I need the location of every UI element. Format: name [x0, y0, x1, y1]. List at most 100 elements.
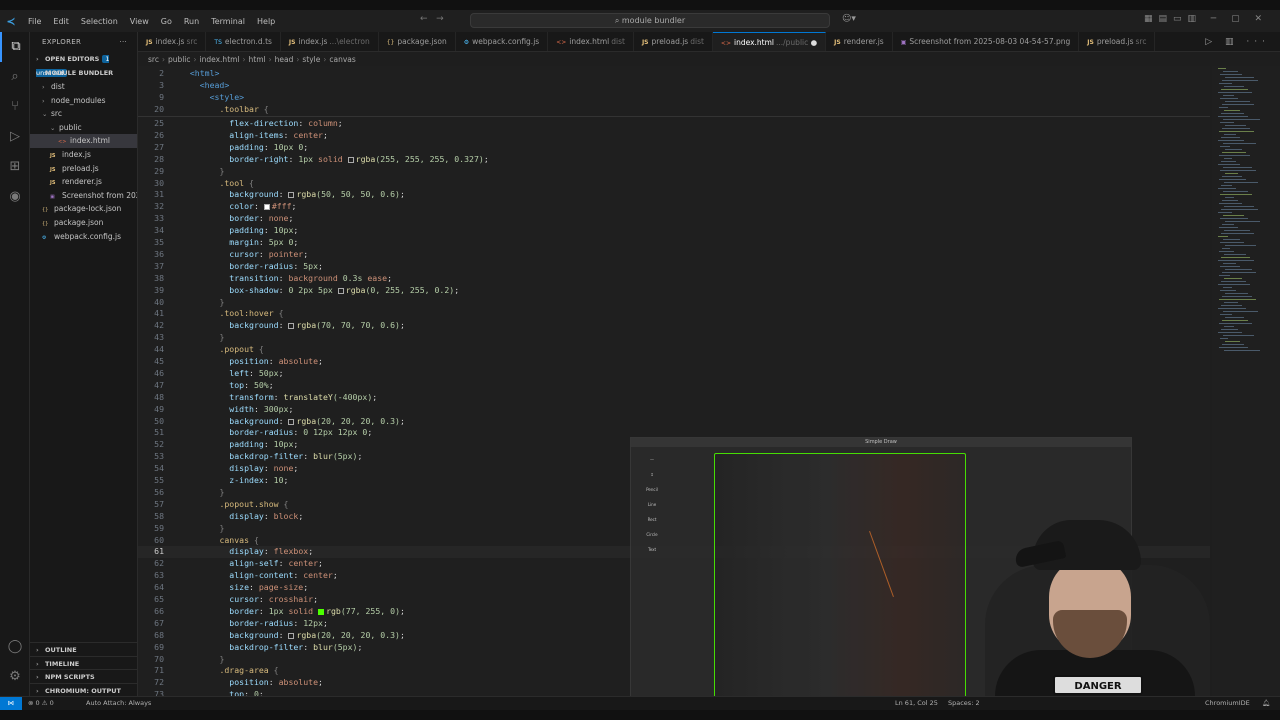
tree-item[interactable]: ⌄ src — [30, 107, 137, 121]
breadcrumb-item[interactable]: canvas — [329, 55, 355, 64]
preview-tool[interactable]: Circle — [637, 527, 667, 542]
extensions-icon[interactable]: ⊞ — [0, 152, 30, 182]
source-control-icon[interactable]: ⑂ — [0, 92, 30, 122]
code-line[interactable]: 30 .tool { — [138, 178, 1210, 190]
tree-item[interactable]: JS index.js — [30, 148, 137, 162]
code-line[interactable]: 41 .tool:hover { — [138, 308, 1210, 320]
explorer-icon[interactable]: ⧉ — [0, 32, 30, 62]
command-center[interactable]: ⌕ module bundler — [470, 13, 830, 28]
code-line[interactable]: 40 } — [138, 297, 1210, 309]
copilot-icon[interactable]: ☺▾ — [842, 14, 856, 24]
code-line[interactable]: 36 cursor: pointer; — [138, 249, 1210, 261]
sidebar-section-1[interactable]: › TIMELINE — [30, 655, 138, 670]
tab-index-html[interactable]: <> index.html .../public ● — [712, 32, 827, 51]
remote-icon[interactable]: ⋈ — [0, 697, 22, 710]
preview-tool[interactable]: Rect — [637, 512, 667, 527]
cursor-position[interactable]: Ln 61, Col 25 — [895, 697, 938, 710]
sidebar-section-2[interactable]: › NPM SCRIPTS — [30, 669, 138, 683]
menu-item-go[interactable]: Go — [155, 17, 178, 26]
code-line[interactable]: 47 top: 50%; — [138, 380, 1210, 392]
menu-item-selection[interactable]: Selection — [75, 17, 124, 26]
code-line[interactable]: 39 box-shadow: 0 2px 5px rgba(0, 255, 25… — [138, 285, 1210, 297]
drawing-canvas[interactable] — [714, 453, 966, 698]
breadcrumb-item[interactable]: html — [249, 55, 266, 64]
tree-item[interactable]: ⌄ public — [30, 121, 137, 135]
preview-tool[interactable]: Pencil — [637, 482, 667, 497]
code-line[interactable]: 42 background: rgba(70, 70, 70, 0.6); — [138, 320, 1210, 332]
tree-item[interactable]: JS preload.js — [30, 162, 137, 176]
tab-index-js[interactable]: JS index.js ...\electron — [281, 32, 379, 51]
menu-item-help[interactable]: Help — [251, 17, 281, 26]
project-section[interactable]: ⌄ MODULE BUNDLER — [30, 66, 137, 80]
code-line[interactable]: 32 color: #fff; — [138, 201, 1210, 213]
minimap[interactable] — [1212, 66, 1280, 696]
code-line[interactable]: 37 border-radius: 5px; — [138, 261, 1210, 273]
code-line[interactable]: 2 <html> — [138, 68, 1210, 80]
code-line[interactable]: 9 <style> — [138, 91, 1210, 104]
tab-preload-js[interactable]: JS preload.js src — [1079, 32, 1156, 51]
menu-item-view[interactable]: View — [124, 17, 155, 26]
menu-item-file[interactable]: File — [22, 17, 47, 26]
unsaved-dot-icon[interactable]: ● — [808, 38, 818, 47]
color-swatch-icon[interactable] — [288, 418, 295, 425]
code-line[interactable]: 26 align-items: center; — [138, 130, 1210, 142]
menu-item-edit[interactable]: Edit — [47, 17, 75, 26]
breadcrumb-item[interactable]: public — [168, 55, 191, 64]
tree-item[interactable]: ⚙ webpack.config.js — [30, 230, 137, 244]
code-line[interactable]: 43 } — [138, 332, 1210, 344]
code-line[interactable]: 35 margin: 5px 0; — [138, 237, 1210, 249]
tree-item[interactable]: › node_modules — [30, 94, 137, 108]
nav-back-forward-icon[interactable]: ← → — [420, 14, 444, 24]
search-icon[interactable]: ⌕ — [0, 62, 30, 92]
chromium-ide-indicator[interactable]: ChromiumIDE — [1205, 697, 1250, 710]
code-line[interactable]: 25 flex-direction: column; — [138, 118, 1210, 130]
preview-tool[interactable]: Line — [637, 497, 667, 512]
code-line[interactable]: 38 transition: background 0.3s ease; — [138, 273, 1210, 285]
layout-controls-icon[interactable]: ▦▤▭▥ ─ ▢ ✕ — [1144, 14, 1268, 24]
chromium-icon[interactable]: ◉ — [0, 182, 30, 212]
color-swatch-icon[interactable] — [347, 156, 354, 163]
problems-indicator[interactable]: ⊗ 0 ⚠ 0 — [28, 697, 54, 710]
gear-icon[interactable]: ⚙ — [0, 662, 30, 692]
color-swatch-icon[interactable] — [288, 192, 295, 199]
sidebar-section-0[interactable]: › OUTLINE — [30, 642, 138, 656]
tab-electron-d-ts[interactable]: TS electron.d.ts — [206, 32, 281, 51]
color-swatch-icon[interactable] — [288, 323, 295, 330]
menu-item-terminal[interactable]: Terminal — [205, 17, 251, 26]
breadcrumb-item[interactable]: index.html — [200, 55, 240, 64]
code-line[interactable]: 45 position: absolute; — [138, 356, 1210, 368]
more-actions-icon[interactable]: ··· — [119, 32, 127, 52]
run-debug-icon[interactable]: ▷ — [0, 122, 30, 152]
auto-attach-indicator[interactable]: Auto Attach: Always — [86, 697, 151, 710]
code-line[interactable]: 34 padding: 10px; — [138, 225, 1210, 237]
tab-index-html[interactable]: <> index.html dist — [548, 32, 634, 51]
tab-preload-js[interactable]: JS preload.js dist — [634, 32, 713, 51]
editor-actions-icon[interactable]: ▷ ▥ ··· — [1205, 37, 1270, 47]
code-line[interactable]: 44 .popout { — [138, 344, 1210, 356]
tree-item[interactable]: ▣ Screenshot from 202... — [30, 189, 137, 203]
breadcrumb-item[interactable]: head — [275, 55, 294, 64]
code-line[interactable]: 46 left: 50px; — [138, 368, 1210, 380]
menu-item-run[interactable]: Run — [178, 17, 205, 26]
breadcrumb-item[interactable]: style — [302, 55, 320, 64]
code-line[interactable]: 27 padding: 10px 0; — [138, 142, 1210, 154]
code-line[interactable]: 49 width: 300px; — [138, 404, 1210, 416]
preview-tool[interactable]: Text — [637, 542, 667, 557]
code-line[interactable]: 33 border: none; — [138, 213, 1210, 225]
tab-renderer-js[interactable]: JS renderer.js — [826, 32, 893, 51]
code-line[interactable]: 31 background: rgba(50, 50, 50, 0.6); — [138, 189, 1210, 201]
tab-index-js[interactable]: JS index.js src — [138, 32, 207, 51]
sidebar-section-3[interactable]: ›CHROMIUM: OUTPUT DIRECT... — [30, 682, 138, 709]
code-line[interactable]: 29 } — [138, 166, 1210, 178]
tree-item[interactable]: JS renderer.js — [30, 175, 137, 189]
tab-screenshot-from-2025-08-03-04-54-57-png[interactable]: ▣ Screenshot from 2025-08-03 04-54-57.png — [893, 32, 1080, 51]
breadcrumb-item[interactable]: src — [148, 55, 159, 64]
color-swatch-icon[interactable] — [288, 632, 295, 639]
account-icon[interactable]: ◯ — [0, 632, 30, 662]
color-swatch-icon[interactable] — [337, 287, 344, 294]
notifications-icon[interactable]: 🔔︎ — [1262, 697, 1270, 710]
code-line[interactable]: 20 .toolbar { — [138, 103, 1210, 116]
open-editors-section[interactable]: › OPEN EDITORS 1 unsaved — [30, 52, 137, 77]
code-line[interactable]: 50 background: rgba(20, 20, 20, 0.3); — [138, 416, 1210, 428]
tab-webpack-config-js[interactable]: ⚙ webpack.config.js — [456, 32, 549, 51]
